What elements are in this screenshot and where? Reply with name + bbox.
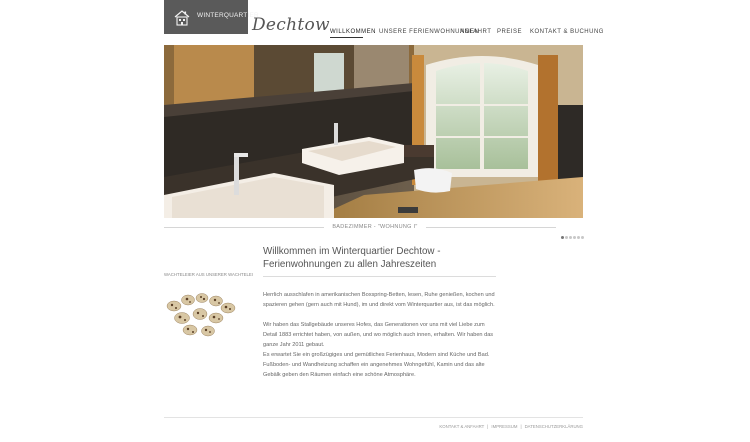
side-image-caption: WACHTELEIER AUS UNSERER WACHTELEI [164,272,253,277]
footer-links: KONTAKT & ANFAHRT | IMPRESSUM | DATENSCHUTZE… [439,424,583,429]
hero-caption: BADEZIMMER - "WOHNUNG I" [332,224,418,230]
logo-text: WINTERQUARTIER [197,12,259,19]
title-divider [263,276,496,277]
footer-separator: | [520,424,522,429]
intro-paragraph-1: Herrlich ausschlafen in amerikanischen B… [263,292,495,308]
house-icon [174,10,190,26]
caption-rule-left [164,227,324,228]
nav-willkommen[interactable]: WILLKOMMEN [330,29,376,35]
intro-paragraph-2: Wir haben das Stallgebäude unseres Hofes… [263,322,494,348]
footer-link-datenschutz[interactable]: DATENSCHUTZERKLÄRUNG [525,424,583,429]
nav-anfahrt[interactable]: ANFAHRT [460,29,491,35]
footer-separator: | [487,424,489,429]
slider-dot[interactable] [577,236,580,239]
bathroom-photo [164,45,583,218]
caption-rule-right [426,227,556,228]
slider-dot[interactable] [561,236,564,239]
site-name[interactable]: Dechtow [252,15,330,35]
slider-dot[interactable] [565,236,568,239]
footer-link-kontakt[interactable]: KONTAKT & ANFAHRT [439,424,484,429]
slider-dot[interactable] [569,236,572,239]
slider-dots [560,226,584,244]
page-title-line-1: Willkommen im Winterquartier Dechtow - [263,246,441,257]
footer-divider [164,417,583,418]
slider-dot[interactable] [581,236,584,239]
page-title-line-2: Ferienwohnungen zu allen Jahreszeiten [263,259,437,270]
slider-dot[interactable] [573,236,576,239]
nav-preise[interactable]: PREISE [497,29,522,35]
logo[interactable]: WINTERQUARTIER [164,0,259,34]
nav-active-underline [330,37,363,38]
footer-link-impressum[interactable]: IMPRESSUM [491,424,517,429]
hero-image[interactable] [164,45,583,218]
nav-kontakt-buchung[interactable]: KONTAKT & BUCHUNG [530,29,604,35]
intro-paragraph-3: Es erwartet Sie ein großzügiges und gemü… [263,352,490,378]
page-title: Willkommen im Winterquartier Dechtow - F… [263,245,440,271]
quail-eggs-image [166,293,236,337]
